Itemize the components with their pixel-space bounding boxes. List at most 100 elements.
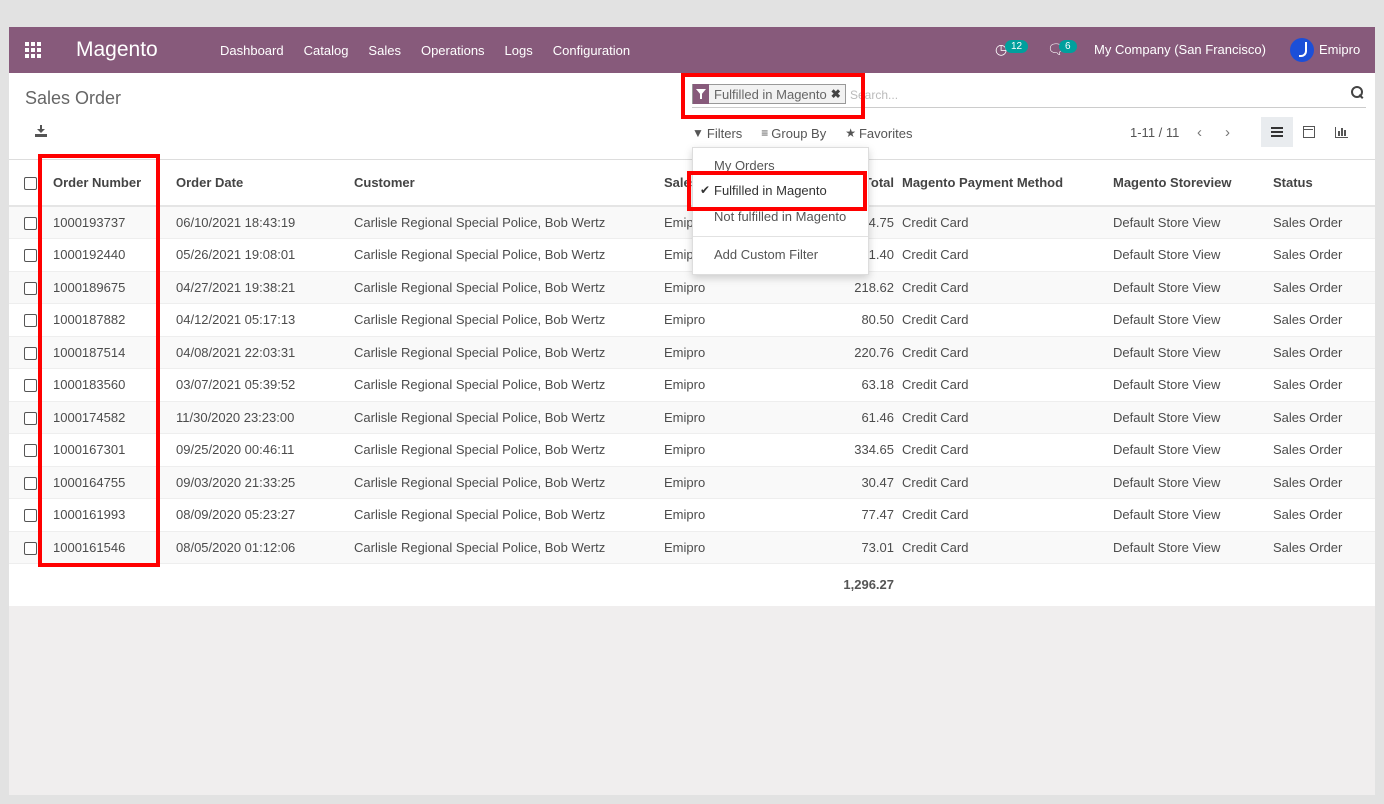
menu-catalog[interactable]: Catalog [304,43,349,58]
order-date-cell: 05/26/2021 19:08:01 [176,238,354,272]
app-brand[interactable]: Magento [76,38,158,62]
menu-configuration[interactable]: Configuration [553,43,630,58]
graph-view-button[interactable] [1325,117,1357,147]
table-row[interactable]: 1000174582 11/30/2020 23:23:00 Carlisle Re… [9,401,1375,434]
table-row[interactable]: 1000167301 09/25/2020 00:46:11 Carlisle Re… [9,433,1375,467]
pager-value[interactable]: 1-11 / 11 [1130,125,1179,140]
column-payment-method[interactable]: Magento Payment Method [902,160,1113,207]
storeview-cell: Default Store View [1113,498,1273,532]
salesperson-cell: Emipro [664,433,772,467]
select-all-checkbox[interactable] [24,177,37,191]
menu-sales[interactable]: Sales [368,43,401,58]
row-checkbox[interactable] [24,476,37,490]
filters-dropdown: My Orders ✔ Fulfilled in Magento Not fulf… [692,147,869,275]
order-date-cell: 03/07/2021 05:39:52 [176,368,354,402]
menu-dashboard[interactable]: Dashboard [220,43,284,58]
total-cell: 77.47 [772,498,902,532]
row-checkbox[interactable] [24,281,37,295]
row-checkbox[interactable] [24,411,37,425]
activity-count-badge: 12 [1005,40,1029,53]
salesperson-cell: Emipro [664,401,772,434]
row-checkbox[interactable] [24,541,37,555]
filter-not-fulfilled-in-magento[interactable]: Not fulfilled in Magento [693,209,868,224]
total-sum: 1,296.27 [772,563,902,606]
total-cell: 218.62 [772,271,902,304]
salesperson-cell: Emipro [664,368,772,402]
row-checkbox[interactable] [24,444,37,458]
pager-next-icon[interactable]: › [1225,124,1230,141]
status-cell: Sales Order [1273,531,1375,564]
favorites-toggle[interactable]: ★ Favorites [845,126,912,141]
row-checkbox[interactable] [24,314,37,328]
menu-logs[interactable]: Logs [505,43,533,58]
salesperson-cell: Emipro [664,498,772,532]
total-cell: 334.65 [772,433,902,467]
order-date-cell: 08/05/2020 01:12:06 [176,531,354,564]
favorites-label: Favorites [858,125,913,141]
payment-method-cell: Credit Card [902,271,1113,304]
column-order-date[interactable]: Order Date [176,160,354,207]
highlight-facet-box [681,73,865,119]
menu-operations[interactable]: Operations [421,43,485,58]
row-checkbox[interactable] [24,249,37,263]
customer-cell: Carlisle Regional Special Police, Bob We… [354,336,664,369]
status-cell: Sales Order [1273,401,1375,434]
funnel-icon: ▼ [692,126,704,140]
table-row[interactable]: 1000161993 08/09/2020 05:23:27 Carlisle Re… [9,498,1375,532]
storeview-cell: Default Store View [1113,401,1273,434]
add-custom-filter[interactable]: Add Custom Filter [693,247,868,262]
company-switcher[interactable]: My Company (San Francisco) [1094,42,1266,57]
table-row[interactable]: 1000187882 04/12/2021 05:17:13 Carlisle Re… [9,303,1375,337]
payment-method-cell: Credit Card [902,401,1113,434]
apps-grid-icon[interactable] [25,42,41,58]
search-options: ▼ Filters ≡ Group By ★ Favorites [692,125,931,141]
payment-method-cell: Credit Card [902,238,1113,272]
group-by-toggle[interactable]: ≡ Group By [761,126,826,141]
table-row[interactable]: 1000189675 04/27/2021 19:38:21 Carlisle Re… [9,271,1375,304]
search-input[interactable] [850,85,1330,105]
payment-method-cell: Credit Card [902,433,1113,467]
salesperson-cell: Emipro [664,271,772,304]
status-cell: Sales Order [1273,206,1375,239]
row-checkbox[interactable] [24,346,37,360]
order-date-cell: 11/30/2020 23:23:00 [176,401,354,434]
filter-not-fulfilled-label: Not fulfilled in Magento [714,209,847,224]
table-row[interactable]: 1000183560 03/07/2021 05:39:52 Carlisle Re… [9,368,1375,402]
payment-method-cell: Credit Card [902,531,1113,564]
main-menu: Dashboard Catalog Sales Operations Logs … [220,27,650,73]
storeview-cell: Default Store View [1113,206,1273,239]
total-cell: 73.01 [772,531,902,564]
row-checkbox[interactable] [24,509,37,523]
pager-previous-icon[interactable]: ‹ [1197,124,1202,141]
total-cell: 63.18 [772,368,902,402]
bar-chart-icon [1334,126,1348,138]
column-customer[interactable]: Customer [354,160,664,207]
order-date-cell: 04/08/2021 22:03:31 [176,336,354,369]
table-row[interactable]: 1000164755 09/03/2020 21:33:25 Carlisle Re… [9,466,1375,499]
list-icon [1271,127,1283,137]
table-row[interactable]: 1000187514 04/08/2021 22:03:31 Carlisle Re… [9,336,1375,369]
row-checkbox[interactable] [24,379,37,393]
list-view-button[interactable] [1261,117,1293,147]
customer-cell: Carlisle Regional Special Police, Bob We… [354,271,664,304]
filters-toggle[interactable]: ▼ Filters [692,126,742,141]
status-cell: Sales Order [1273,466,1375,499]
row-checkbox[interactable] [24,217,37,231]
table-row[interactable]: 1000161546 08/05/2020 01:12:06 Carlisle Re… [9,531,1375,564]
order-date-cell: 04/12/2021 05:17:13 [176,303,354,337]
customer-cell: Carlisle Regional Special Police, Bob We… [354,531,664,564]
payment-method-cell: Credit Card [902,206,1113,239]
column-status[interactable]: Status [1273,160,1375,207]
star-icon: ★ [845,126,856,140]
storeview-cell: Default Store View [1113,271,1273,304]
app-window: Magento Dashboard Catalog Sales Operatio… [9,27,1375,795]
calendar-icon [1303,126,1315,138]
search-icon[interactable] [1351,86,1364,99]
storeview-cell: Default Store View [1113,336,1273,369]
user-menu[interactable]: Emipro [1319,42,1360,57]
calendar-view-button[interactable] [1293,117,1325,147]
user-avatar[interactable] [1290,38,1314,62]
total-cell: 80.50 [772,303,902,337]
column-storeview[interactable]: Magento Storeview [1113,160,1273,207]
order-date-cell: 04/27/2021 19:38:21 [176,271,354,304]
